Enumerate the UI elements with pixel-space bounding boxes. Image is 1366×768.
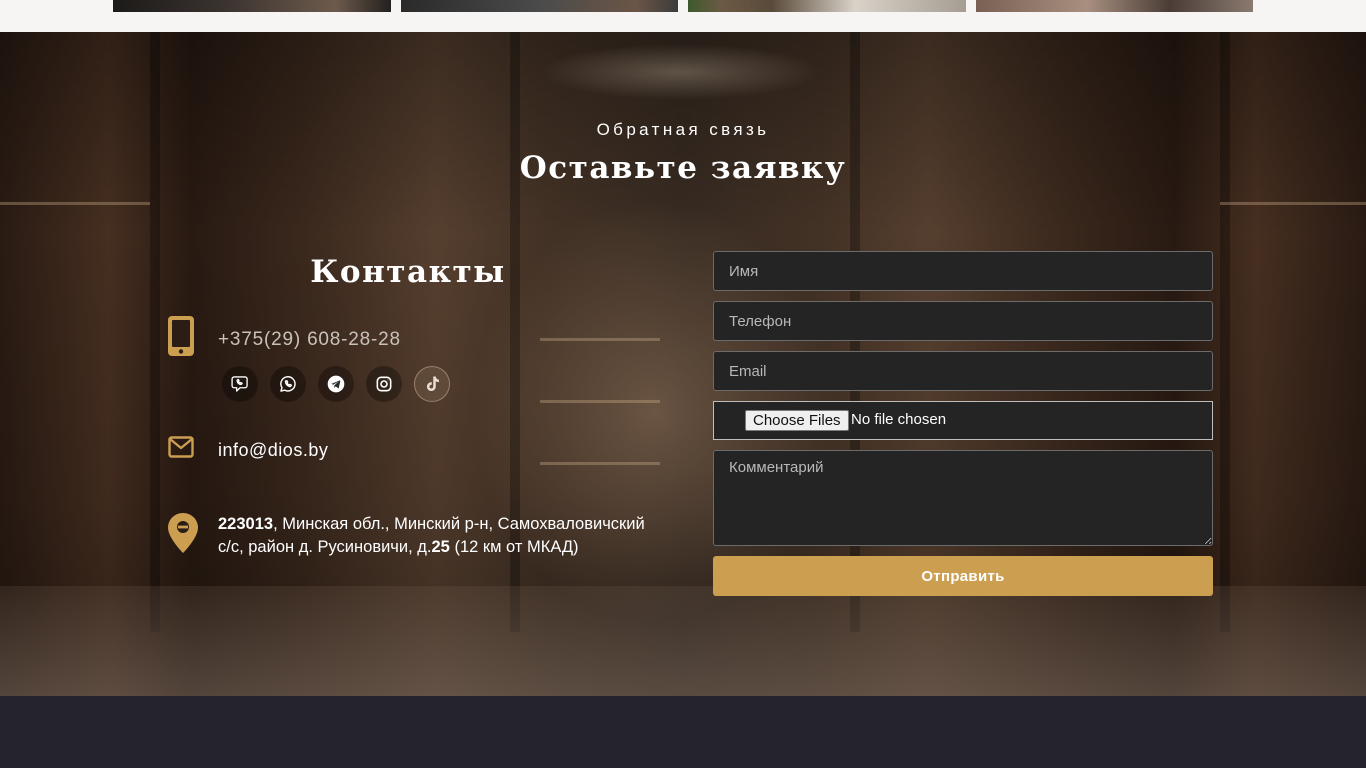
- phone-link[interactable]: +375(29) 608-28-28: [218, 329, 401, 351]
- contacts-title: Контакты: [310, 254, 506, 290]
- address-text: 223013, Минская обл., Минский р-н, Самох…: [218, 513, 648, 559]
- submit-button[interactable]: Отправить: [713, 556, 1213, 596]
- background-shelf: [540, 400, 660, 403]
- file-upload-field: Choose Files No file chosen: [713, 401, 1213, 440]
- section-title: Оставьте заявку: [519, 150, 847, 186]
- email-link[interactable]: info@dios.by: [218, 440, 328, 461]
- background-shelf: [1220, 202, 1366, 205]
- map-pin-icon: [168, 513, 198, 553]
- gallery-thumbnail-3[interactable]: [688, 0, 966, 12]
- phone-input[interactable]: [713, 301, 1213, 341]
- telegram-icon: [327, 375, 345, 393]
- telegram-link[interactable]: [318, 366, 354, 402]
- background-floor: [0, 586, 1366, 696]
- background-shelf: [540, 462, 660, 465]
- whatsapp-icon: [280, 376, 296, 392]
- whatsapp-link[interactable]: [270, 366, 306, 402]
- address-zip: 223013: [218, 515, 274, 533]
- tiktok-link[interactable]: [414, 366, 450, 402]
- viber-link[interactable]: [222, 366, 258, 402]
- address-house: 25: [431, 538, 450, 556]
- contact-section: Обратная связь Оставьте заявку Контакты …: [0, 32, 1366, 696]
- background-shelf: [540, 338, 660, 341]
- section-eyebrow: Обратная связь: [596, 120, 770, 139]
- instagram-icon: [376, 376, 392, 392]
- email-input[interactable]: [713, 351, 1213, 391]
- envelope-icon: [168, 436, 194, 458]
- file-status-text: No file chosen: [851, 411, 947, 428]
- comment-textarea[interactable]: [713, 450, 1213, 546]
- gallery-thumbnail-2[interactable]: [401, 0, 678, 12]
- background-shelf: [0, 202, 150, 205]
- page-footer: [0, 696, 1366, 768]
- tiktok-icon: [426, 376, 439, 391]
- gallery-thumbnail-4[interactable]: [976, 0, 1253, 12]
- mobile-phone-icon: [168, 316, 194, 356]
- address-part2: (12 км от МКАД): [449, 538, 579, 556]
- gallery-thumbnail-1[interactable]: [113, 0, 391, 12]
- name-input[interactable]: [713, 251, 1213, 291]
- instagram-link[interactable]: [366, 366, 402, 402]
- choose-files-button[interactable]: Choose Files: [745, 410, 849, 431]
- gallery-strip: [0, 0, 1366, 32]
- viber-icon: [231, 376, 248, 392]
